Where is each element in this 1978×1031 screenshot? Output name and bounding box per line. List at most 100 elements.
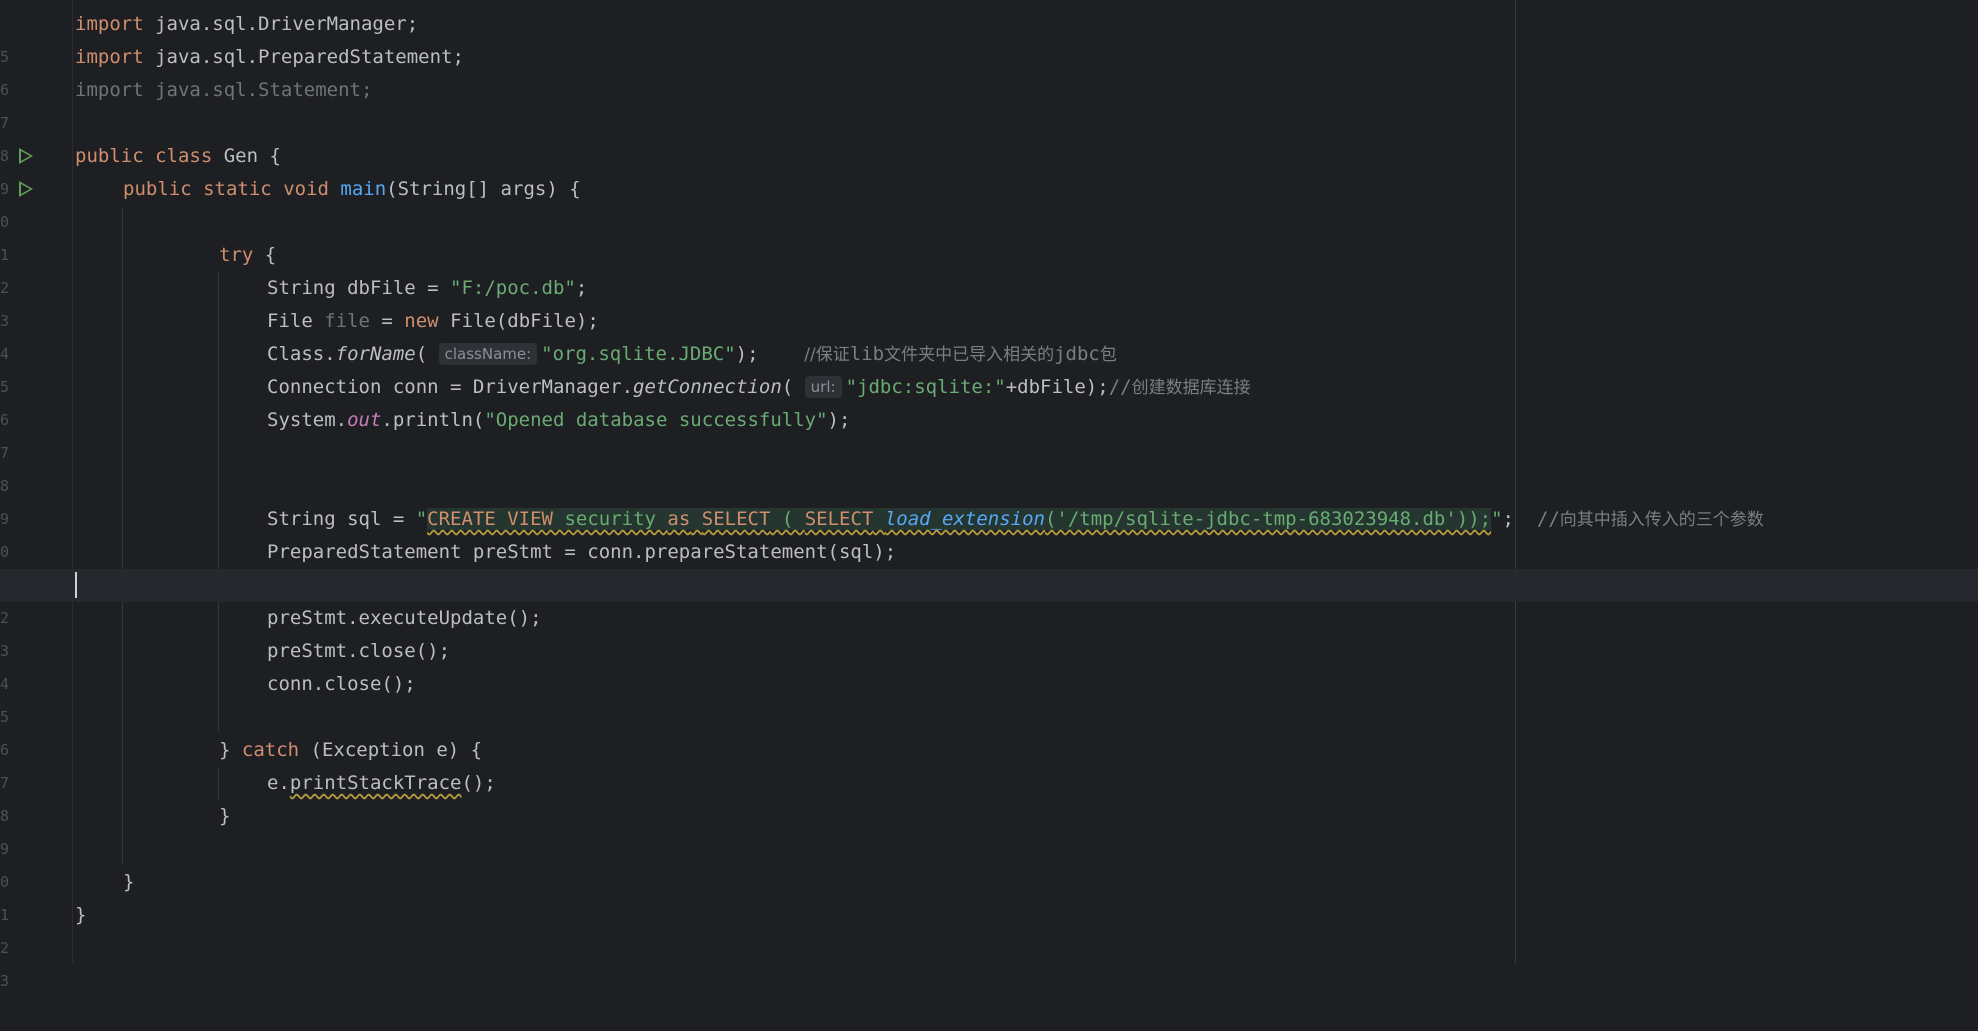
sql-text: security — [553, 508, 668, 530]
import-path: java.sql.DriverManager; — [143, 13, 419, 35]
method-signature: (String[] args) { — [386, 178, 581, 200]
code-text: (); — [461, 772, 496, 794]
keyword-import: import — [75, 46, 144, 68]
static-method: forName — [335, 343, 416, 365]
code-line[interactable]: 9 — [0, 470, 1978, 528]
code-line[interactable]: 1 } — [0, 866, 1978, 924]
injected-sql: CREATE VIEW security as SELECT ( SELECT … — [427, 508, 1492, 530]
code-text: ); — [735, 343, 759, 365]
code-text: preStmt.close(); — [267, 640, 451, 662]
code-line[interactable]: 5 conn.close(); — [0, 668, 1978, 726]
code-line[interactable]: 8 — [0, 437, 1978, 495]
code-line[interactable]: 3 — [0, 932, 1978, 990]
code-line[interactable]: 8 e.printStackTrace(); — [0, 767, 1978, 825]
comment: // — [1536, 508, 1560, 530]
code-line[interactable]: 5 Class.forName( className: "org.sqlite.J… — [0, 338, 1978, 396]
code-line[interactable]: 6 — [0, 701, 1978, 759]
code-line[interactable]: 0 String sql = "CREATE VIEW security as … — [0, 503, 1978, 561]
run-class-icon[interactable] — [19, 148, 33, 164]
code-text: } — [123, 871, 135, 893]
code-editor[interactable]: 5 import java.sql.DriverManager; 6 impor… — [0, 0, 1978, 990]
code-line[interactable]: 7 } catch (Exception e) { — [0, 734, 1978, 792]
comment: 向其中插入传入的三个参数 — [1559, 510, 1764, 530]
text-cursor — [75, 572, 77, 598]
code-line[interactable]: 3 String dbFile = "F:/poc.db"; — [0, 272, 1978, 330]
string-quote: " — [415, 508, 428, 530]
string-literal: "org.sqlite.JDBC" — [541, 343, 736, 365]
code-text: ( — [781, 376, 794, 398]
warning-call: printStackTrace — [289, 772, 462, 794]
code-line[interactable]: 9 public class Gen { — [0, 140, 1978, 198]
keyword-class: class — [155, 145, 213, 167]
comment: //保证 — [804, 345, 850, 365]
code-text: ); — [827, 409, 851, 431]
code-text: File — [267, 310, 325, 332]
code-line[interactable]: 4 File file = new File(dbFile); — [0, 305, 1978, 363]
code-line[interactable]: 5 import java.sql.DriverManager; — [0, 8, 1978, 66]
import-path: java.sql.PreparedStatement; — [143, 46, 464, 68]
static-field: out — [347, 409, 382, 431]
string-literal: "F:/poc.db" — [450, 277, 576, 299]
line-number: 3 — [0, 972, 10, 990]
code-line[interactable]: 2 } — [0, 899, 1978, 957]
code-text: +dbFile); — [1005, 376, 1109, 398]
code-line[interactable]: 1 PreparedStatement preStmt = conn.prepa… — [0, 536, 1978, 594]
keyword-try: try — [219, 244, 254, 266]
run-main-icon[interactable] — [19, 181, 33, 197]
keyword-static: static — [203, 178, 272, 200]
code-line[interactable]: 6 import java.sql.PreparedStatement; — [0, 41, 1978, 99]
string-literal: "jdbc:sqlite:" — [845, 376, 1006, 398]
code-line[interactable]: 9 } — [0, 800, 1978, 858]
code-line[interactable]: 7 import java.sql.Statement; — [0, 74, 1978, 132]
comment: jdbc — [1054, 343, 1100, 365]
code-text: String dbFile = — [267, 277, 451, 299]
keyword-public: public — [75, 145, 144, 167]
comment: // — [1108, 376, 1132, 398]
code-text: Connection conn = DriverManager. — [267, 376, 634, 398]
parameter-hint: className: — [438, 343, 538, 365]
method-name: main — [340, 178, 387, 200]
code-text: (Exception e) { — [299, 739, 483, 761]
sql-keyword: CREATE VIEW — [427, 508, 554, 530]
keyword-import: import — [75, 13, 144, 35]
code-line[interactable]: 1 — [0, 206, 1978, 264]
code-text: { — [253, 244, 277, 266]
code-line[interactable]: 2 try { — [0, 239, 1978, 297]
keyword-catch: catch — [241, 739, 300, 761]
code-text: conn.close(); — [267, 673, 416, 695]
code-line[interactable]: 8 — [0, 107, 1978, 165]
sql-text: ( — [770, 508, 805, 530]
sql-keyword: SELECT — [804, 508, 874, 530]
string-quote: " — [1491, 508, 1503, 530]
code-line[interactable]: 6 Connection conn = DriverManager.getCon… — [0, 371, 1978, 429]
parameter-hint: url: — [804, 376, 842, 398]
keyword-public: public — [123, 178, 192, 200]
code-text: Class. — [267, 343, 336, 365]
code-line[interactable]: 7 System.out.println("Opened database su… — [0, 404, 1978, 462]
code-text: .println( — [381, 409, 485, 431]
code-text: } — [219, 805, 231, 827]
sql-function: load_extension — [884, 508, 1045, 530]
unused-import: import java.sql.Statement; — [75, 79, 373, 101]
code-line[interactable]: 3 preStmt.executeUpdate(); — [0, 602, 1978, 660]
code-text: ; — [1502, 508, 1514, 530]
code-text: System. — [267, 409, 348, 431]
code-line[interactable]: 0 public static void main(String[] args)… — [0, 173, 1978, 231]
code-text: } — [75, 904, 87, 926]
sql-keyword: as — [667, 508, 691, 530]
static-method: getConnection — [633, 376, 782, 398]
unused-variable: file — [324, 310, 370, 332]
code-line[interactable]: 4 preStmt.close(); — [0, 635, 1978, 693]
code-text: e. — [267, 772, 290, 794]
code-text: PreparedStatement preStmt = conn.prepare… — [267, 541, 897, 563]
code-text: File(dbFile); — [438, 310, 599, 332]
current-line[interactable]: 2 — [0, 569, 1978, 627]
code-text: preStmt.executeUpdate(); — [267, 607, 542, 629]
code-line[interactable]: 0 — [0, 833, 1978, 891]
comment: 创建数据库连接 — [1131, 378, 1251, 398]
class-name: Gen { — [212, 145, 281, 167]
comment: lib — [849, 343, 885, 365]
comment: 文件夹中已导入相关的 — [884, 345, 1055, 365]
